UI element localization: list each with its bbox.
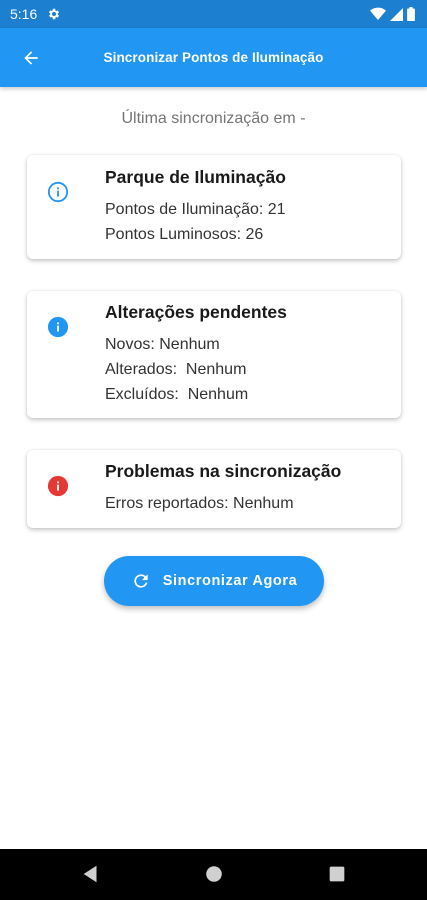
gear-icon	[49, 8, 60, 20]
status-right	[370, 7, 415, 21]
refresh-icon	[134, 574, 148, 588]
card-title: Parque de Iluminação	[105, 167, 286, 187]
erros-reportados-text: Erros reportados: Nenhum	[105, 495, 294, 512]
sync-now-button[interactable]: Sincronizar Agora	[104, 556, 324, 606]
card-body: Alterações pendentes Novos: Nenhum Alter…	[105, 302, 391, 407]
status-bar: 5:16	[0, 0, 427, 28]
battery-icon	[407, 7, 415, 21]
status-time: 5:16	[10, 6, 38, 22]
card-body: Problemas na sincronização Erros reporta…	[105, 461, 391, 516]
sync-now-label: Sincronizar Agora	[162, 573, 298, 589]
card-problemas-sincronizacao: Problemas na sincronização Erros reporta…	[27, 450, 401, 528]
signal-icon	[390, 7, 403, 21]
info-outline-icon	[47, 181, 69, 203]
page-title: Sincronizar Pontos de Iluminação	[103, 50, 324, 65]
back-triangle-icon[interactable]	[80, 863, 102, 885]
pontos-iluminacao-text: Pontos de Iluminação: 21	[105, 201, 286, 218]
pontos-luminosos-text: Pontos Luminosos: 26	[105, 226, 264, 243]
card-title: Alterações pendentes	[105, 302, 287, 322]
card-body: Parque de Iluminação Pontos de Iluminaçã…	[105, 167, 391, 247]
card-title: Problemas na sincronização	[105, 461, 342, 481]
app-bar: Sincronizar Pontos de Iluminação	[0, 28, 427, 87]
error-icon	[47, 475, 69, 497]
system-nav-bar	[0, 849, 427, 900]
card-parque-iluminacao: Parque de Iluminação Pontos de Iluminaçã…	[27, 155, 401, 259]
last-sync-text: Última sincronização em -	[121, 110, 306, 127]
wifi-icon	[370, 7, 386, 20]
card-alteracoes-pendentes: Alterações pendentes Novos: Nenhum Alter…	[27, 291, 401, 418]
excluidos-text: Excluídos: Nenhum	[105, 386, 249, 403]
novos-text: Novos: Nenhum	[105, 336, 220, 353]
recents-square-icon[interactable]	[326, 863, 348, 885]
alterados-text: Alterados: Nenhum	[105, 361, 247, 378]
status-left: 5:16	[10, 6, 61, 22]
home-circle-icon[interactable]	[203, 863, 225, 885]
info-filled-icon	[47, 316, 69, 338]
